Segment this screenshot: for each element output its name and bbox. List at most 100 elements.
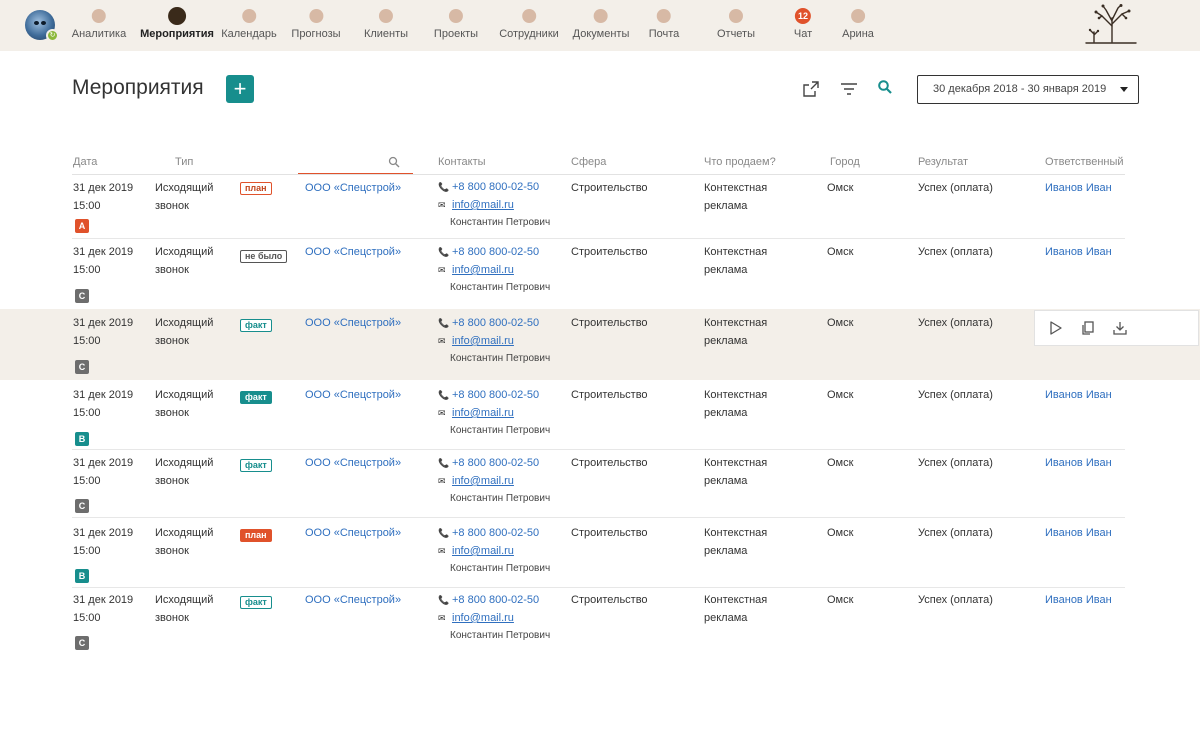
- sell-value: Контекстная реклама: [704, 386, 794, 422]
- column-header-type[interactable]: Тип: [175, 156, 193, 168]
- email-link[interactable]: info@mail.ru: [452, 609, 514, 627]
- email-link[interactable]: info@mail.ru: [452, 332, 514, 350]
- nav-item-employees[interactable]: Сотрудники: [499, 9, 559, 40]
- phone-link[interactable]: +8 800 800-02-50: [452, 243, 539, 261]
- contacts-cell: 📞 +8 800 800-02-50 ✉ info@mail.ru Констант…: [438, 524, 568, 578]
- download-icon[interactable]: [1112, 320, 1128, 336]
- contact-person: Константин Петрович: [450, 217, 551, 228]
- row-divider: [72, 587, 1125, 588]
- nav-item-documents[interactable]: Документы: [573, 9, 629, 40]
- sell-value: Контекстная реклама: [704, 243, 794, 279]
- event-date-time: 15:00: [73, 475, 101, 487]
- status-badge[interactable]: факт: [240, 319, 272, 332]
- nav-item-clients[interactable]: Клиенты: [364, 9, 408, 40]
- status-badge[interactable]: план: [240, 529, 272, 542]
- filter-icon[interactable]: [840, 80, 858, 98]
- row-divider: [72, 517, 1125, 518]
- play-icon[interactable]: [1048, 320, 1064, 336]
- company-link[interactable]: ООО «Спецстрой»: [305, 314, 401, 332]
- nav-item-label: Арина: [842, 28, 874, 40]
- phone-icon: 📞: [438, 182, 450, 192]
- column-header-contacts[interactable]: Контакты: [438, 156, 486, 168]
- status-badge[interactable]: план: [240, 182, 272, 195]
- result-value: Успех (оплата): [918, 182, 993, 194]
- email-link[interactable]: info@mail.ru: [452, 261, 514, 279]
- client-grade-badge: C: [75, 636, 89, 650]
- company-search-icon[interactable]: [388, 156, 400, 168]
- company-link[interactable]: ООО «Спецстрой»: [305, 591, 401, 609]
- status-badge[interactable]: факт: [240, 459, 272, 472]
- column-header-sell[interactable]: Что продаем?: [704, 156, 776, 168]
- sell-value: Контекстная реклама: [704, 314, 794, 350]
- email-link[interactable]: info@mail.ru: [452, 196, 514, 214]
- company-link[interactable]: ООО «Спецстрой»: [305, 524, 401, 542]
- company-link[interactable]: ООО «Спецстрой»: [305, 179, 401, 197]
- nav-item-chat[interactable]: 12 Чат: [794, 8, 812, 40]
- phone-link[interactable]: +8 800 800-02-50: [452, 386, 539, 404]
- nav-item-reports[interactable]: Отчеты: [717, 9, 755, 40]
- event-type: Исходящий звонок: [155, 243, 230, 279]
- result-value: Успех (оплата): [918, 246, 993, 258]
- nav-item-projects[interactable]: Проекты: [434, 9, 478, 40]
- responsible-link[interactable]: Иванов Иван: [1045, 386, 1112, 404]
- sell-line2: реклама: [704, 335, 748, 347]
- column-header-date[interactable]: Дата: [73, 156, 97, 168]
- phone-link[interactable]: +8 800 800-02-50: [452, 178, 539, 196]
- copy-icon[interactable]: [1080, 320, 1096, 336]
- tree-logo-icon[interactable]: [1082, 4, 1140, 44]
- nav-item-label: Сотрудники: [499, 28, 559, 40]
- nav-item-calendar[interactable]: Календарь: [221, 9, 277, 40]
- column-header-result[interactable]: Результат: [918, 156, 968, 168]
- responsible-link[interactable]: Иванов Иван: [1045, 524, 1112, 542]
- nav-item-analytics[interactable]: Аналитика: [72, 9, 126, 40]
- mail-icon: ✉: [438, 336, 446, 346]
- add-event-button[interactable]: +: [226, 75, 254, 103]
- date-range-select[interactable]: 30 декабря 2018 - 30 января 2019: [917, 75, 1139, 104]
- phone-link[interactable]: +8 800 800-02-50: [452, 454, 539, 472]
- mail-icon: ✉: [438, 546, 446, 556]
- table-row[interactable]: 31 дек 2019 15:00 C Исходящий звонок фак…: [0, 589, 1200, 655]
- phone-link[interactable]: +8 800 800-02-50: [452, 314, 539, 332]
- nav-item-forecasts[interactable]: Прогнозы: [291, 9, 341, 40]
- user-avatar[interactable]: ↻: [25, 10, 59, 42]
- email-link[interactable]: info@mail.ru: [452, 404, 514, 422]
- phone-link[interactable]: +8 800 800-02-50: [452, 591, 539, 609]
- nav-item-label: Аналитика: [71, 28, 127, 40]
- status-badge[interactable]: не было: [240, 250, 288, 263]
- table-row[interactable]: 31 дек 2019 15:00 B Исходящий звонок фак…: [0, 380, 1200, 450]
- company-link[interactable]: ООО «Спецстрой»: [305, 454, 401, 472]
- email-link[interactable]: info@mail.ru: [452, 542, 514, 560]
- column-header-sphere[interactable]: Сфера: [571, 156, 606, 168]
- company-link[interactable]: ООО «Спецстрой»: [305, 386, 401, 404]
- nav-item-mail[interactable]: Почта: [649, 9, 679, 40]
- column-header-responsible[interactable]: Ответственный: [1045, 156, 1124, 168]
- phone-icon: 📞: [438, 528, 450, 538]
- status-badge[interactable]: факт: [240, 596, 272, 609]
- responsible-link[interactable]: Иванов Иван: [1045, 179, 1112, 197]
- client-grade-badge: B: [75, 569, 89, 583]
- sphere-value: Строительство: [571, 182, 648, 194]
- nav-dot-icon: [242, 9, 256, 23]
- column-header-city[interactable]: Город: [830, 156, 860, 168]
- export-icon[interactable]: [802, 80, 820, 98]
- nav-item-events[interactable]: Мероприятия: [140, 7, 214, 40]
- city-value: Омск: [827, 317, 854, 329]
- sell-value: Контекстная реклама: [704, 179, 794, 215]
- table-row[interactable]: 31 дек 2019 15:00 C Исходящий звонок фак…: [0, 451, 1200, 518]
- sell-line1: Контекстная: [704, 317, 768, 329]
- responsible-link[interactable]: Иванов Иван: [1045, 591, 1112, 609]
- table-row[interactable]: 31 дек 2019 15:00 B Исходящий звонок пла…: [0, 521, 1200, 588]
- search-icon[interactable]: [877, 79, 893, 95]
- nav-dot-icon: [850, 9, 865, 23]
- responsible-link[interactable]: Иванов Иван: [1045, 243, 1112, 261]
- sell-value: Контекстная реклама: [704, 454, 794, 490]
- email-link[interactable]: info@mail.ru: [452, 472, 514, 490]
- responsible-link[interactable]: Иванов Иван: [1045, 454, 1112, 472]
- company-link[interactable]: ООО «Спецстрой»: [305, 243, 401, 261]
- table-row[interactable]: 31 дек 2019 15:00 C Исходящий звонок не …: [0, 240, 1200, 309]
- table-row[interactable]: 31 дек 2019 15:00 A Исходящий звонок пла…: [0, 175, 1200, 239]
- phone-link[interactable]: +8 800 800-02-50: [452, 524, 539, 542]
- nav-item-arina[interactable]: Арина: [842, 9, 874, 40]
- table-row-hovered[interactable]: 31 дек 2019 15:00 C Исходящий звонок фак…: [0, 309, 1200, 380]
- status-badge[interactable]: факт: [240, 391, 272, 404]
